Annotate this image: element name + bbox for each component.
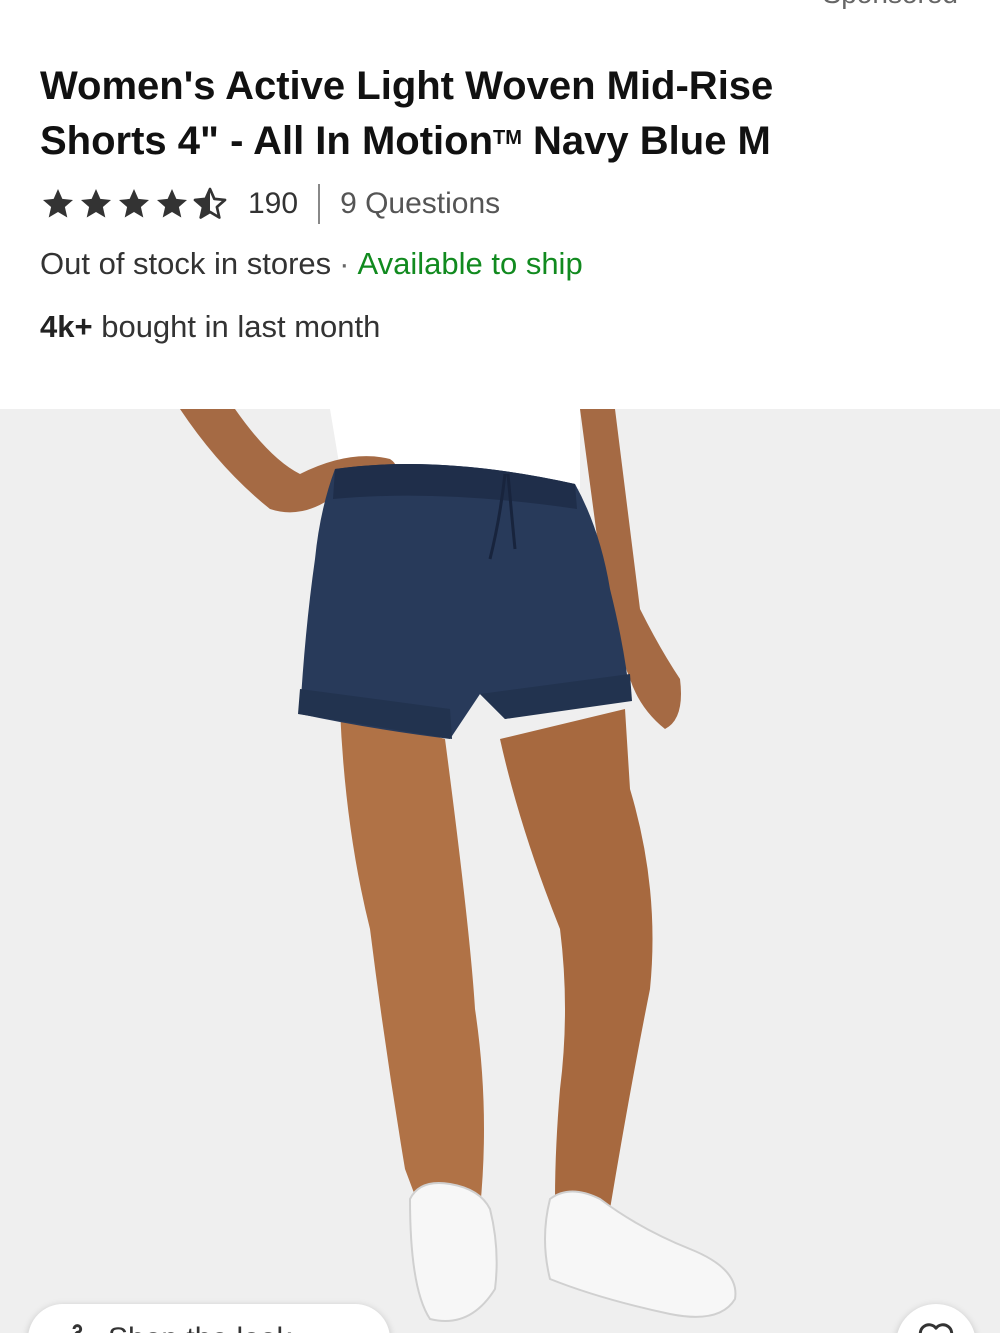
product-title-line2-suffix: Navy Blue M bbox=[521, 119, 771, 163]
review-count-link[interactable]: 190 bbox=[248, 187, 298, 221]
sponsored-label: Sponsored bbox=[823, 0, 958, 10]
star-full-icon bbox=[43, 189, 73, 218]
bought-count: 4k+ bbox=[40, 309, 93, 344]
product-title-line1: Women's Active Light Woven Mid-Rise bbox=[40, 64, 774, 108]
shop-the-look-button[interactable]: Shop the look bbox=[28, 1304, 390, 1333]
product-title-line2-prefix: Shorts 4" - All In Motion bbox=[40, 119, 494, 163]
star-rating[interactable] bbox=[40, 186, 228, 222]
star-full-icon bbox=[119, 189, 149, 218]
availability-row: Out of stock in stores · Available to ship bbox=[40, 246, 583, 282]
shop-the-look-label: Shop the look bbox=[108, 1322, 291, 1333]
trademark-symbol: TM bbox=[493, 127, 522, 149]
ship-availability[interactable]: Available to ship bbox=[358, 246, 583, 281]
divider bbox=[318, 184, 321, 224]
product-title: Women's Active Light Woven Mid-Rise Shor… bbox=[40, 60, 940, 167]
rating-row: 190 9 Questions bbox=[40, 184, 500, 224]
separator-dot: · bbox=[339, 246, 350, 281]
purchase-count: 4k+ bought in last month bbox=[40, 309, 380, 345]
bought-label: bought in last month bbox=[92, 309, 381, 344]
star-full-icon bbox=[157, 189, 187, 218]
questions-link[interactable]: 9 Questions bbox=[340, 187, 500, 221]
store-stock-status: Out of stock in stores bbox=[40, 246, 332, 281]
heart-icon bbox=[918, 1323, 954, 1333]
model-wearing-shorts-illustration bbox=[180, 409, 737, 1322]
star-half-icon bbox=[193, 187, 227, 219]
star-full-icon bbox=[81, 189, 111, 218]
product-image[interactable] bbox=[0, 409, 1000, 1333]
hanger-icon bbox=[72, 1324, 83, 1333]
